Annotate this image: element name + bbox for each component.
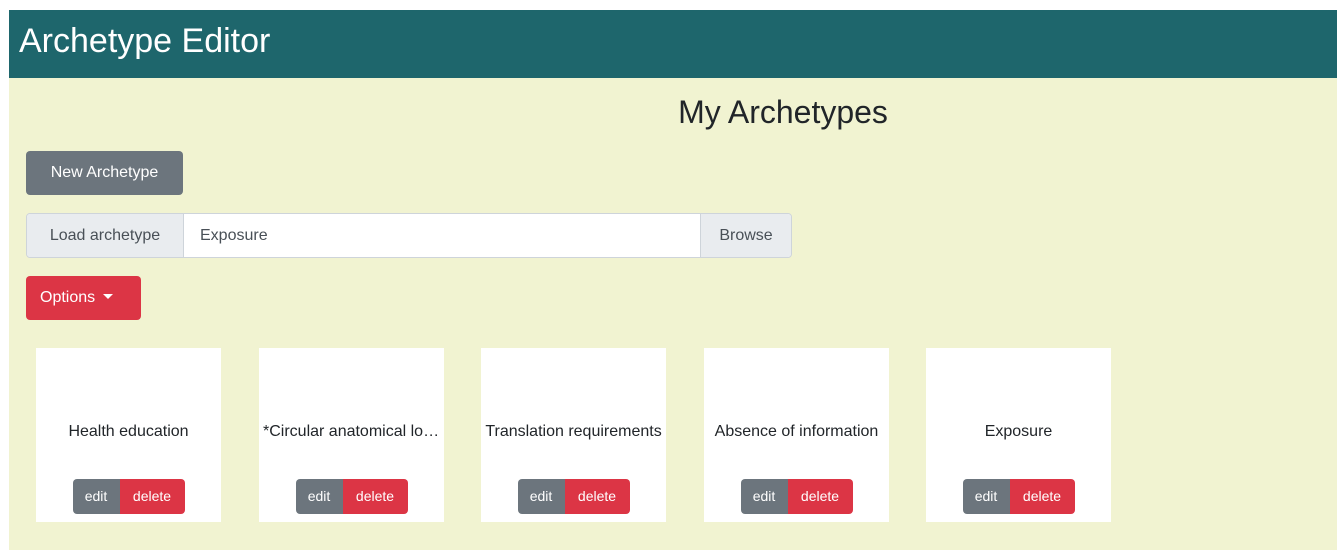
options-label: Options — [40, 289, 96, 306]
archetype-card-actions: edit delete — [259, 479, 444, 514]
caret-down-icon — [103, 294, 114, 299]
app-frame: Archetype Editor My Archetypes New Arche… — [9, 10, 1337, 550]
archetype-card: *Circular anatomical location editdelete — [259, 348, 444, 522]
edit-button[interactable]: edit — [740, 479, 788, 514]
brand-title[interactable]: Archetype Editor — [19, 19, 270, 63]
archetype-card-title: Absence of information — [714, 423, 879, 440]
delete-button[interactable]: delete — [1009, 479, 1075, 514]
archetype-card: Translation requirements edit delete — [481, 348, 666, 522]
archetype-card-actions: edit delete — [926, 479, 1111, 514]
archetype-card-actions: edit delete — [481, 479, 666, 514]
delete-button[interactable]: delete — [119, 479, 185, 514]
archetype-card: Health education edit delete — [36, 348, 221, 522]
archetype-card-actions: edit delete — [36, 479, 221, 514]
archetype-card: Exposure edit delete — [926, 348, 1111, 522]
archetype-card-title: Health education — [68, 423, 189, 440]
archetype-card-title: *Circular anatomical location — [263, 423, 444, 440]
delete-button[interactable]: delete — [342, 479, 408, 514]
page-title: My Archetypes — [678, 94, 888, 130]
load-archetype-label: Load archetype — [27, 214, 184, 257]
load-archetype-input-group: Load archetype Exposure Browse — [26, 213, 792, 258]
navbar: Archetype Editor — [9, 10, 1337, 78]
archetype-card-title: Exposure — [984, 423, 1053, 440]
archetype-card: Absence of information edit delete — [704, 348, 889, 522]
edit-button[interactable]: edit — [517, 479, 565, 514]
edit-button[interactable]: edit — [295, 479, 343, 514]
archetype-card-actions: edit delete — [704, 479, 889, 514]
edit-button[interactable]: edit — [962, 479, 1010, 514]
delete-button[interactable]: delete — [564, 479, 630, 514]
edit-button[interactable]: edit — [72, 479, 120, 514]
browse-button[interactable]: Browse — [700, 214, 791, 257]
load-archetype-file-input[interactable]: Exposure — [184, 214, 701, 257]
options-dropdown-button[interactable]: Options — [26, 276, 141, 320]
delete-button[interactable]: delete — [787, 479, 853, 514]
new-archetype-button[interactable]: New Archetype — [26, 151, 183, 195]
archetype-card-title: Translation requirements — [485, 423, 662, 440]
